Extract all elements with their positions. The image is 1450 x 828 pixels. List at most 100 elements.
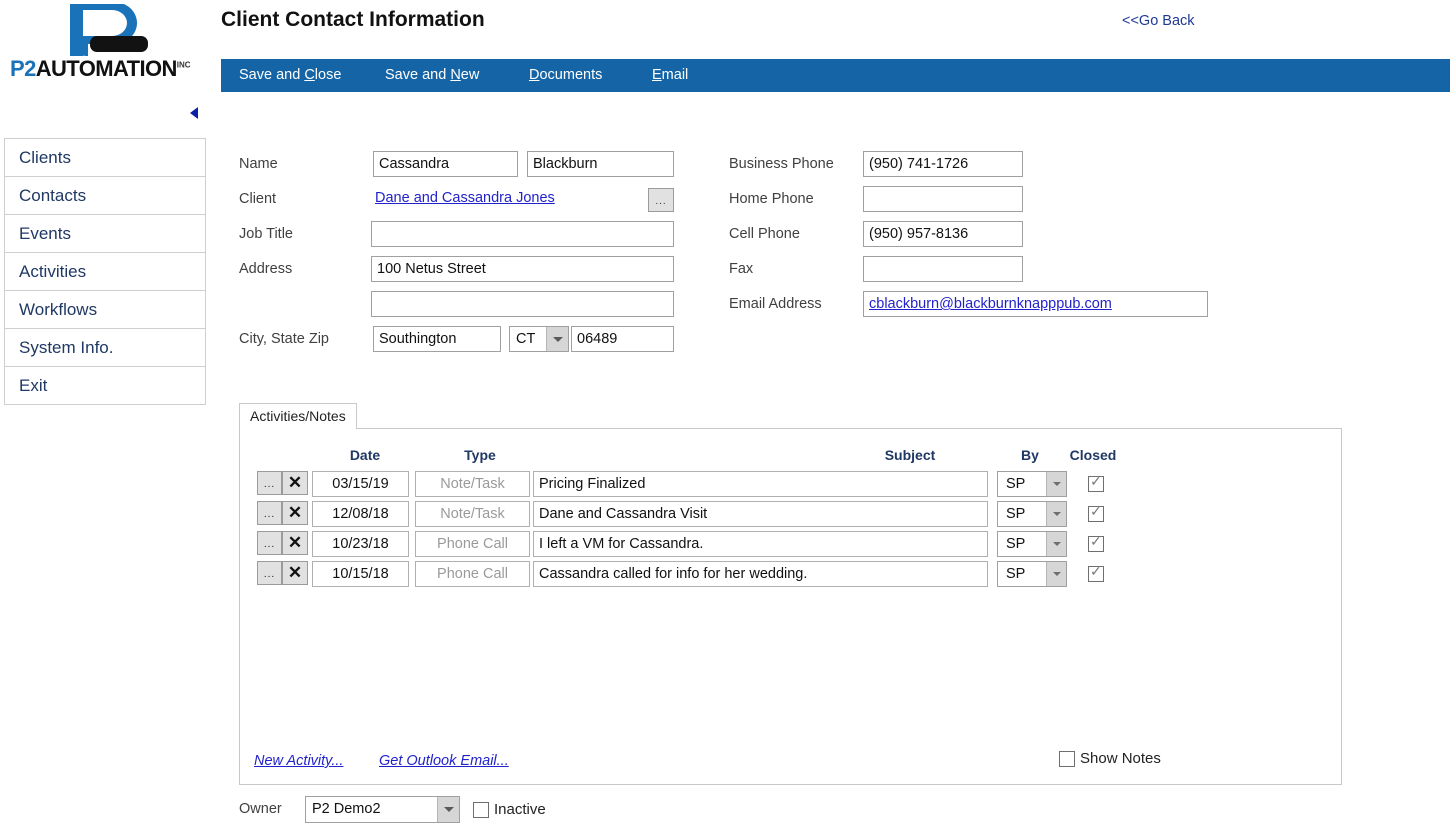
row-edit-button[interactable]: ...	[257, 501, 282, 525]
app-logo: P2AUTOMATIONINC	[0, 0, 210, 95]
menu-documents-accel: D	[529, 67, 540, 83]
column-header-closed: Closed	[1069, 447, 1117, 463]
chevron-down-icon	[1046, 502, 1066, 526]
row-type-value: Phone Call	[415, 561, 530, 587]
menu-documents-post: ocuments	[539, 67, 603, 83]
row-date-input[interactable]: 12/08/18	[312, 501, 409, 527]
row-by-select[interactable]: SP	[997, 531, 1067, 557]
owner-label: Owner	[239, 801, 282, 817]
menu-email-post: mail	[661, 67, 689, 83]
cell-phone-input[interactable]: (950) 957-8136	[863, 221, 1023, 247]
table-row: ... ✕ 10/15/18 Phone Call Cassandra call…	[240, 561, 1341, 591]
activities-tabstrip: Activities/Notes	[239, 403, 357, 429]
column-header-type: Type	[464, 447, 496, 463]
page-title: Client Contact Information	[221, 8, 485, 31]
sidebar-item-exit[interactable]: Exit	[4, 366, 206, 405]
row-delete-button[interactable]: ✕	[282, 561, 308, 585]
show-notes-label: Show Notes	[1080, 750, 1161, 767]
sidebar-item-activities[interactable]: Activities	[4, 252, 206, 291]
table-row: ... ✕ 03/15/19 Note/Task Pricing Finaliz…	[240, 471, 1341, 501]
inactive-checkbox[interactable]	[473, 802, 489, 818]
client-link[interactable]: Dane and Cassandra Jones	[375, 190, 555, 206]
first-name-input[interactable]: Cassandra	[373, 151, 518, 177]
address-label: Address	[239, 261, 293, 277]
fax-input[interactable]	[863, 256, 1023, 282]
name-label: Name	[239, 156, 278, 172]
chevron-down-icon	[546, 327, 568, 351]
email-address-input[interactable]: cblackburn@blackburnknapppub.com	[863, 291, 1208, 317]
menu-item-save-and-new[interactable]: Save and New	[385, 59, 479, 92]
zip-input[interactable]: 06489	[571, 326, 674, 352]
chevron-down-icon	[1046, 532, 1066, 556]
row-by-select[interactable]: SP	[997, 471, 1067, 497]
city-state-zip-label: City, State Zip	[239, 331, 329, 347]
business-phone-label: Business Phone	[729, 156, 834, 172]
row-delete-button[interactable]: ✕	[282, 531, 308, 555]
home-phone-label: Home Phone	[729, 191, 814, 207]
row-closed-checkbox[interactable]	[1088, 473, 1104, 492]
row-by-value: SP	[1006, 536, 1026, 552]
row-delete-button[interactable]: ✕	[282, 471, 308, 495]
chevron-down-icon	[437, 797, 459, 822]
main-sidebar: Clients Contacts Events Activities Workf…	[4, 138, 206, 405]
menu-item-email[interactable]: Email	[652, 59, 688, 92]
email-address-label: Email Address	[729, 296, 822, 312]
column-header-date: Date	[349, 447, 381, 463]
show-notes-checkbox[interactable]	[1059, 751, 1075, 767]
row-subject-input[interactable]: I left a VM for Cassandra.	[533, 531, 988, 557]
address-line2-input[interactable]	[371, 291, 674, 317]
state-select[interactable]: CT	[509, 326, 569, 352]
row-edit-button[interactable]: ...	[257, 471, 282, 495]
sidebar-item-workflows[interactable]: Workflows	[4, 290, 206, 329]
logo-wordmark: P2AUTOMATIONINC	[10, 56, 205, 82]
business-phone-input[interactable]: (950) 741-1726	[863, 151, 1023, 177]
sidebar-item-clients[interactable]: Clients	[4, 138, 206, 177]
sidebar-collapse-arrow-icon[interactable]	[190, 107, 198, 119]
row-subject-input[interactable]: Dane and Cassandra Visit	[533, 501, 988, 527]
city-input[interactable]: Southington	[373, 326, 501, 352]
state-select-value: CT	[516, 331, 536, 347]
menu-item-save-and-close[interactable]: Save and Close	[239, 59, 341, 92]
sidebar-item-system-info[interactable]: System Info.	[4, 328, 206, 367]
chevron-down-icon	[1046, 562, 1066, 586]
menu-item-documents[interactable]: Documents	[529, 59, 602, 92]
inactive-label: Inactive	[494, 801, 546, 818]
go-back-link[interactable]: <<Go Back	[1122, 13, 1195, 29]
row-delete-button[interactable]: ✕	[282, 501, 308, 525]
email-address-link[interactable]: cblackburn@blackburnknapppub.com	[869, 296, 1112, 312]
row-closed-checkbox[interactable]	[1088, 503, 1104, 522]
row-date-input[interactable]: 10/15/18	[312, 561, 409, 587]
cell-phone-label: Cell Phone	[729, 226, 800, 242]
row-by-select[interactable]: SP	[997, 561, 1067, 587]
sidebar-item-events[interactable]: Events	[4, 214, 206, 253]
row-subject-input[interactable]: Cassandra called for info for her weddin…	[533, 561, 988, 587]
logo-suffix-text: INC	[176, 60, 191, 70]
menu-email-accel: E	[652, 67, 662, 83]
sidebar-item-contacts[interactable]: Contacts	[4, 176, 206, 215]
address-line1-input[interactable]: 100 Netus Street	[371, 256, 674, 282]
row-date-input[interactable]: 03/15/19	[312, 471, 409, 497]
row-subject-input[interactable]: Pricing Finalized	[533, 471, 988, 497]
row-closed-checkbox[interactable]	[1088, 563, 1104, 582]
owner-select[interactable]: P2 Demo2	[305, 796, 460, 823]
job-title-input[interactable]	[371, 221, 674, 247]
tab-activities-notes[interactable]: Activities/Notes	[239, 403, 357, 429]
logo-automation-text: AUTOMATION	[35, 56, 178, 81]
row-edit-button[interactable]: ...	[257, 531, 282, 555]
get-outlook-email-link[interactable]: Get Outlook Email...	[379, 753, 509, 769]
home-phone-input[interactable]	[863, 186, 1023, 212]
client-contact-information-page: P2AUTOMATIONINC Client Contact Informati…	[0, 0, 1450, 828]
row-closed-checkbox[interactable]	[1088, 533, 1104, 552]
client-picker-button[interactable]: ...	[648, 188, 674, 212]
job-title-label: Job Title	[239, 226, 293, 242]
row-edit-button[interactable]: ...	[257, 561, 282, 585]
last-name-input[interactable]: Blackburn	[527, 151, 674, 177]
menu-save-new-accel: N	[450, 67, 461, 83]
owner-select-value: P2 Demo2	[312, 801, 381, 817]
new-activity-link[interactable]: New Activity...	[254, 753, 343, 769]
logo-p2-text: P2	[10, 56, 36, 81]
row-date-input[interactable]: 10/23/18	[312, 531, 409, 557]
row-by-select[interactable]: SP	[997, 501, 1067, 527]
action-menubar: Save and Close Save and New Documents Em…	[221, 59, 1450, 92]
menu-save-close-accel: C	[304, 67, 315, 83]
